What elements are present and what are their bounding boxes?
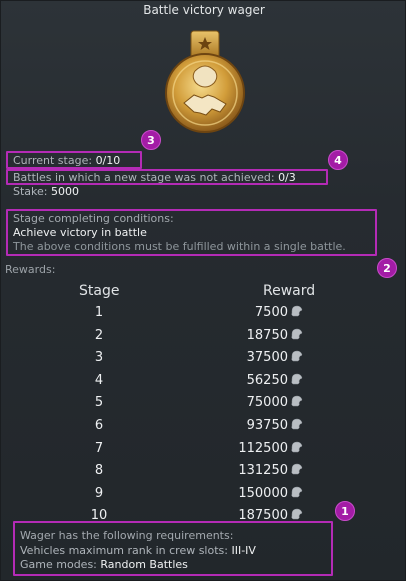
reward-row-amount: 37500	[213, 350, 303, 365]
requirements-header: Wager has the following requirements:	[20, 529, 234, 542]
reward-row-amount: 150000	[213, 486, 303, 501]
reward-row-stage: 5	[94, 395, 104, 411]
rank-label: Vehicles maximum rank in crew slots:	[20, 544, 228, 557]
annotation-badge-4: 4	[328, 150, 348, 170]
current-stage-label: Current stage:	[13, 154, 93, 167]
reward-amount: 7500	[254, 305, 288, 320]
wager-panel: Battle victory wager 3 Current stage: 0/…	[0, 0, 406, 581]
reward-row-stage: 2	[94, 327, 104, 343]
reward-amount: 93750	[246, 418, 288, 433]
reward-row-stage: 9	[94, 485, 104, 501]
silver-lion-icon	[288, 328, 303, 343]
reward-row-amount: 75000	[213, 395, 303, 410]
conditions-main: Achieve victory in battle	[13, 226, 147, 239]
battles-value: 0/3	[278, 171, 296, 184]
reward-amount: 75000	[246, 395, 288, 411]
reward-row-amount: 56250	[213, 373, 303, 388]
annotation-badge-3: 3	[141, 130, 161, 150]
modes-requirement: Game modes: Random Battles	[20, 558, 188, 571]
reward-column-header: Reward	[263, 283, 316, 299]
reward-row-amount: 93750	[213, 418, 303, 433]
silver-lion-icon	[288, 441, 303, 456]
battles-not-achieved: Battles in which a new stage was not ach…	[13, 171, 296, 184]
rank-requirement: Vehicles maximum rank in crew slots: III…	[20, 544, 256, 557]
reward-amount: 18750	[246, 327, 288, 343]
reward-amount: 131250	[238, 463, 288, 479]
reward-row-stage: 6	[94, 418, 104, 433]
reward-row-amount: 112500	[213, 441, 303, 456]
victory-medal-icon	[165, 30, 245, 133]
stake-label: Stake:	[13, 185, 48, 198]
current-stage-value: 0/10	[95, 154, 121, 167]
rank-value: III-IV	[231, 544, 256, 557]
annotation-badge-2: 2	[377, 258, 397, 278]
conditions-note: The above conditions must be fulfilled w…	[13, 240, 346, 253]
silver-lion-icon	[288, 350, 303, 365]
reward-amount: 150000	[238, 485, 288, 501]
stage-column-header: Stage	[79, 283, 120, 299]
battles-label: Battles in which a new stage was not ach…	[13, 171, 275, 184]
stake-value: 5000	[51, 185, 79, 198]
current-stage: Current stage: 0/10	[13, 154, 120, 167]
silver-lion-icon	[288, 395, 303, 410]
silver-lion-icon	[288, 486, 303, 501]
silver-lion-icon	[288, 418, 303, 433]
stake: Stake: 5000	[13, 185, 79, 198]
modes-value: Random Battles	[100, 558, 188, 571]
reward-row-amount: 7500	[213, 305, 303, 320]
reward-amount: 112500	[238, 440, 288, 456]
conditions-header: Stage completing conditions:	[13, 212, 174, 225]
modes-label: Game modes:	[20, 558, 97, 571]
reward-row-stage: 4	[94, 372, 104, 388]
reward-row-amount: 131250	[213, 463, 303, 478]
reward-amount: 56250	[246, 372, 288, 388]
rewards-label: Rewards:	[5, 263, 56, 276]
reward-row-stage: 7	[94, 440, 104, 456]
silver-lion-icon	[288, 463, 303, 478]
reward-row-amount: 18750	[213, 328, 303, 343]
reward-row-stage: 3	[94, 350, 104, 366]
reward-row-stage: 8	[94, 463, 104, 479]
silver-lion-icon	[288, 373, 303, 388]
annotation-badge-1: 1	[335, 501, 355, 521]
silver-lion-icon	[288, 305, 303, 320]
reward-amount: 37500	[246, 350, 288, 366]
window-title: Battle victory wager	[143, 3, 265, 17]
reward-row-stage: 1	[94, 305, 104, 320]
